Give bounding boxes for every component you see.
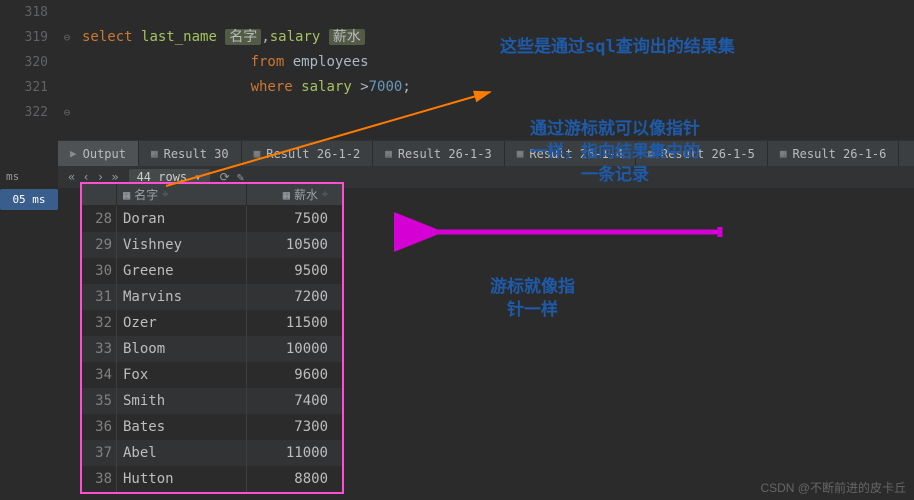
annotation-cursor-pointer: 游标就像指针一样 xyxy=(490,276,575,322)
row-index: 33 xyxy=(82,336,116,362)
table-row[interactable]: 35Smith7400 xyxy=(82,388,342,414)
line-number: 322 xyxy=(0,100,48,125)
table-row[interactable]: 33Bloom10000 xyxy=(82,336,342,362)
cell-salary: 8800 xyxy=(246,466,342,492)
cell-name: Hutton xyxy=(116,466,246,492)
annotation-cursor-desc: 通过游标就可以像指针一样，指向结果集中的一条记录 xyxy=(530,118,700,187)
result-grid[interactable]: ▦ 名字 ÷ ▦ 薪水 ÷ 28Doran750029Vishney105003… xyxy=(80,182,344,494)
col-header-name[interactable]: ▦ 名字 ÷ xyxy=(116,184,246,205)
tab-result[interactable]: ▦ Result 30 xyxy=(139,141,242,167)
row-index: 34 xyxy=(82,362,116,388)
cell-salary: 7300 xyxy=(246,414,342,440)
table-row[interactable]: 31Marvins7200 xyxy=(82,284,342,310)
tab-label: Result 26-1-2 xyxy=(266,147,360,161)
cell-name: Bloom xyxy=(116,336,246,362)
table-row[interactable]: 36Bates7300 xyxy=(82,414,342,440)
cell-salary: 9500 xyxy=(246,258,342,284)
cell-salary: 7200 xyxy=(246,284,342,310)
cell-name: Doran xyxy=(116,206,246,232)
row-index: 30 xyxy=(82,258,116,284)
table-row[interactable]: 37Abel11000 xyxy=(82,440,342,466)
code-editor[interactable]: 318 319 320 321 322 ⊖ ⊖ select last_name… xyxy=(0,0,914,125)
result-rows: 28Doran750029Vishney1050030Greene950031M… xyxy=(82,206,342,492)
line-number: 320 xyxy=(0,50,48,75)
grid-icon: ▦ xyxy=(780,147,787,160)
cell-salary: 10000 xyxy=(246,336,342,362)
cell-name: Ozer xyxy=(116,310,246,336)
grid-icon: ▦ xyxy=(254,147,261,160)
row-index: 36 xyxy=(82,414,116,440)
cell-salary: 10500 xyxy=(246,232,342,258)
cell-name: Bates xyxy=(116,414,246,440)
tab-output[interactable]: ▶ Output xyxy=(58,141,139,167)
row-index: 38 xyxy=(82,466,116,492)
output-icon: ▶ xyxy=(70,147,77,160)
table-row[interactable]: 29Vishney10500 xyxy=(82,232,342,258)
grid-icon: ▦ xyxy=(151,147,158,160)
result-tabbar: ▶ Output ▦ Result 30 ▦ Result 26-1-2 ▦ Resul… xyxy=(58,140,914,166)
table-row[interactable]: 28Doran7500 xyxy=(82,206,342,232)
tab-result[interactable]: ▦ Result 26-1-3 xyxy=(373,141,505,167)
tab-label: Result 30 xyxy=(164,147,229,161)
line-number: 321 xyxy=(0,75,48,100)
cell-name: Abel xyxy=(116,440,246,466)
row-index: 29 xyxy=(82,232,116,258)
timing-value: 05 ms xyxy=(0,189,58,210)
cell-salary: 11000 xyxy=(246,440,342,466)
table-row[interactable]: 34Fox9600 xyxy=(82,362,342,388)
line-number: 318 xyxy=(0,0,48,25)
tab-result[interactable]: ▦ Result 26-1-2 xyxy=(242,141,374,167)
cell-name: Fox xyxy=(116,362,246,388)
tab-label: Result 26-1-6 xyxy=(792,147,886,161)
row-index: 28 xyxy=(82,206,116,232)
line-gutter: 318 319 320 321 322 xyxy=(0,0,58,125)
table-row[interactable]: 30Greene9500 xyxy=(82,258,342,284)
cell-salary: 7400 xyxy=(246,388,342,414)
cell-name: Smith xyxy=(116,388,246,414)
cell-name: Greene xyxy=(116,258,246,284)
cell-salary: 7500 xyxy=(246,206,342,232)
row-index: 32 xyxy=(82,310,116,336)
row-index: 37 xyxy=(82,440,116,466)
line-number: 319 xyxy=(0,25,48,50)
tab-label: Output xyxy=(83,147,126,161)
cell-salary: 11500 xyxy=(246,310,342,336)
result-header: ▦ 名字 ÷ ▦ 薪水 ÷ xyxy=(82,184,342,206)
ms-label: ms xyxy=(0,166,58,187)
grid-icon: ▦ xyxy=(517,147,524,160)
fold-gutter: ⊖ ⊖ xyxy=(60,0,74,125)
cell-salary: 9600 xyxy=(246,362,342,388)
timing-strip: ms 05 ms xyxy=(0,166,58,210)
watermark: CSDN @不断前进的皮卡丘 xyxy=(760,479,906,496)
row-index: 31 xyxy=(82,284,116,310)
grid-icon: ▦ xyxy=(385,147,392,160)
tab-label: Result 26-1-3 xyxy=(398,147,492,161)
cell-name: Marvins xyxy=(116,284,246,310)
annotation-result-set: 这些是通过sql查询出的结果集 xyxy=(500,36,735,59)
table-row[interactable]: 38Hutton8800 xyxy=(82,466,342,492)
row-index: 35 xyxy=(82,388,116,414)
code-area[interactable]: select last_name 名字,salary 薪水 from emplo… xyxy=(0,0,914,125)
cell-name: Vishney xyxy=(116,232,246,258)
table-row[interactable]: 32Ozer11500 xyxy=(82,310,342,336)
col-header-salary[interactable]: ▦ 薪水 ÷ xyxy=(246,184,342,205)
tab-result[interactable]: ▦ Result 26-1-6 xyxy=(768,141,900,167)
